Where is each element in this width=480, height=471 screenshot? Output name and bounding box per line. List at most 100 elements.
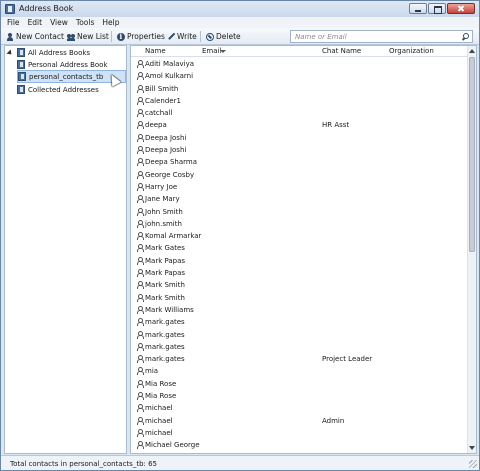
contact-row[interactable]: Jane Mary — [131, 193, 467, 205]
contact-icon — [136, 121, 144, 130]
new-list-label: New List — [77, 32, 109, 41]
contact-row[interactable]: Mark Smith — [131, 292, 467, 304]
contact-row[interactable]: michael — [131, 427, 467, 439]
scroll-down-arrow-icon[interactable] — [469, 446, 475, 450]
contact-name: Deepa Sharma — [145, 158, 197, 167]
contact-row[interactable]: mark.gates — [131, 341, 467, 353]
contact-row[interactable]: George Cosby — [131, 169, 467, 181]
contact-icon — [136, 219, 144, 228]
contact-row[interactable]: Michael George — [131, 439, 467, 451]
contact-icon — [136, 330, 144, 339]
contact-icon — [136, 182, 144, 191]
contact-row[interactable]: Deepa Sharma — [131, 156, 467, 168]
resize-grip-icon[interactable] — [469, 460, 477, 468]
contact-row[interactable]: Calender1 — [131, 95, 467, 107]
contact-row[interactable]: Aditi Malaviya — [131, 58, 467, 70]
contact-icon — [136, 96, 144, 105]
search-icon[interactable] — [462, 33, 469, 40]
contact-icon — [136, 355, 144, 364]
maximize-button[interactable] — [428, 3, 446, 14]
contact-name: Mark Papas — [145, 256, 186, 265]
scroll-up-arrow-icon[interactable] — [469, 49, 475, 53]
contact-row[interactable]: Bill Smith — [131, 83, 467, 95]
contact-row[interactable]: Komal Armarkar — [131, 230, 467, 242]
contact-row[interactable]: john.smith — [131, 218, 467, 230]
contact-row[interactable]: Deepa Joshi — [131, 144, 467, 156]
menu-tools[interactable]: Tools — [76, 17, 94, 28]
contact-row[interactable]: mia — [131, 365, 467, 377]
collapse-arrow-icon[interactable] — [6, 48, 14, 57]
contact-icon — [136, 367, 144, 376]
contact-row[interactable]: Mia Rose — [131, 390, 467, 402]
contact-icon — [136, 318, 144, 327]
toolbar-separator — [111, 31, 112, 42]
menu-file[interactable]: File — [7, 17, 20, 28]
contact-row[interactable]: Mia Rose — [131, 378, 467, 390]
contact-icon — [136, 146, 144, 155]
pencil-icon — [165, 31, 176, 42]
menu-help[interactable]: Help — [102, 17, 119, 28]
vertical-scrollbar[interactable] — [467, 46, 476, 453]
contact-row[interactable]: mark.gates — [131, 329, 467, 341]
contact-row[interactable]: michael — [131, 402, 467, 414]
contact-icon — [136, 269, 144, 278]
search-input[interactable]: Name or Email — [290, 30, 473, 43]
contact-name: Mia Rose — [145, 392, 177, 401]
contact-name: Bill Smith — [145, 84, 179, 93]
contact-name: Komal Armarkar — [145, 232, 202, 241]
close-button[interactable] — [447, 3, 475, 14]
contact-row[interactable]: Mark Smith — [131, 279, 467, 291]
column-header-email[interactable]: Email — [202, 47, 221, 55]
contact-row[interactable]: Mark Papas — [131, 267, 467, 279]
contact-row[interactable]: mark.gates — [131, 316, 467, 328]
tree-item-all-address-books[interactable]: All Address Books — [6, 47, 90, 58]
tree-item-personal-address-book[interactable]: Personal Address Book — [17, 59, 108, 70]
write-button[interactable]: Write — [167, 31, 197, 42]
menu-edit[interactable]: Edit — [28, 17, 43, 28]
contact-chat-name: Admin — [322, 416, 345, 425]
minimize-button[interactable] — [409, 3, 427, 14]
column-header-organization[interactable]: Organization — [389, 47, 434, 55]
column-header-name[interactable]: Name — [145, 47, 166, 55]
contact-row[interactable]: michael Admin — [131, 415, 467, 427]
contact-row[interactable]: Harry Joe — [131, 181, 467, 193]
contact-row[interactable]: Deepa Joshi — [131, 132, 467, 144]
contact-row[interactable]: Mark Williams — [131, 304, 467, 316]
contact-row[interactable]: John Smith — [131, 206, 467, 218]
contact-icon — [136, 60, 144, 68]
contact-row[interactable]: catchall — [131, 107, 467, 119]
properties-button[interactable]: Properties — [117, 31, 165, 42]
delete-icon — [206, 32, 214, 41]
scrollbar-thumb[interactable] — [469, 57, 475, 252]
contact-name: Mia Rose — [145, 379, 177, 388]
delete-button[interactable]: Delete — [206, 31, 241, 42]
column-header-chat-name[interactable]: Chat Name — [322, 47, 361, 55]
status-bar: Total contacts in personal_contacts_tb: … — [1, 455, 479, 470]
contact-icon — [136, 158, 144, 167]
new-contact-icon — [6, 32, 14, 41]
contact-icon — [136, 256, 144, 265]
menu-view[interactable]: View — [50, 17, 68, 28]
contacts-list: Name Email Chat Name Organization Aditi … — [130, 45, 477, 454]
contact-row[interactable]: Amol Kulkarni — [131, 70, 467, 82]
contact-name: Mark Smith — [145, 281, 185, 290]
contact-icon — [136, 72, 144, 81]
contact-row[interactable]: Mark Papas — [131, 255, 467, 267]
tree-item-collected-addresses[interactable]: Collected Addresses — [17, 84, 99, 95]
contact-name: Michael George — [145, 441, 200, 450]
search-placeholder: Name or Email — [295, 33, 347, 41]
total-contacts-status: Total contacts in personal_contacts_tb: … — [10, 460, 157, 468]
address-book-icon — [17, 48, 25, 57]
contact-name: mark.gates — [145, 355, 185, 364]
new-contact-button[interactable]: New Contact — [6, 31, 64, 42]
new-contact-label: New Contact — [16, 32, 64, 41]
contact-row[interactable]: deepa HR Asst — [131, 119, 467, 131]
contact-icon — [136, 441, 144, 450]
contact-row[interactable]: mark.gates Project Leader — [131, 353, 467, 365]
window-title: Address Book — [19, 4, 74, 13]
toolbar: New Contact New List Properties Write De… — [1, 28, 479, 45]
contact-name: Calender1 — [145, 96, 181, 105]
contact-row[interactable]: Mark Gates — [131, 242, 467, 254]
address-book-icon — [17, 85, 25, 94]
new-list-button[interactable]: New List — [67, 31, 109, 42]
